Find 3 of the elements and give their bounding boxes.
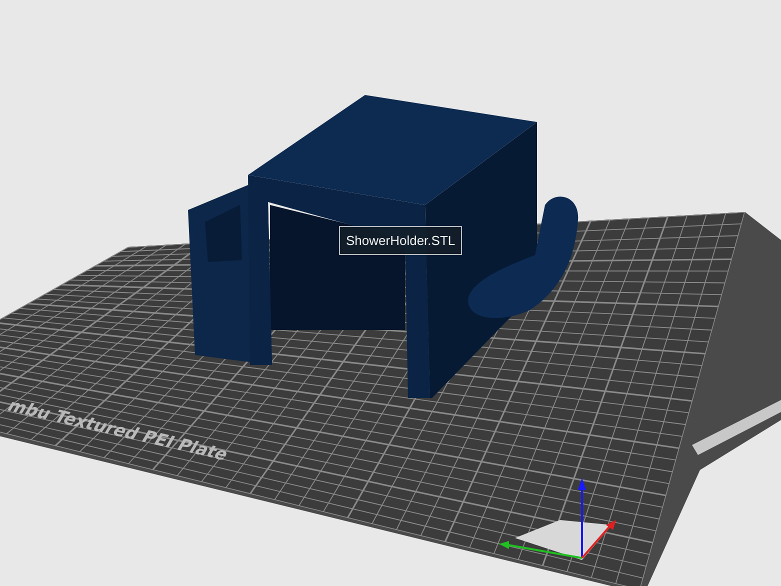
plate-label: mbu Textured PEI Plate: [3, 396, 232, 465]
3d-viewport[interactable]: mbu Textured PEI Plate ShowerHolder.STL: [0, 0, 781, 586]
object-tooltip: ShowerHolder.STL: [339, 226, 462, 255]
